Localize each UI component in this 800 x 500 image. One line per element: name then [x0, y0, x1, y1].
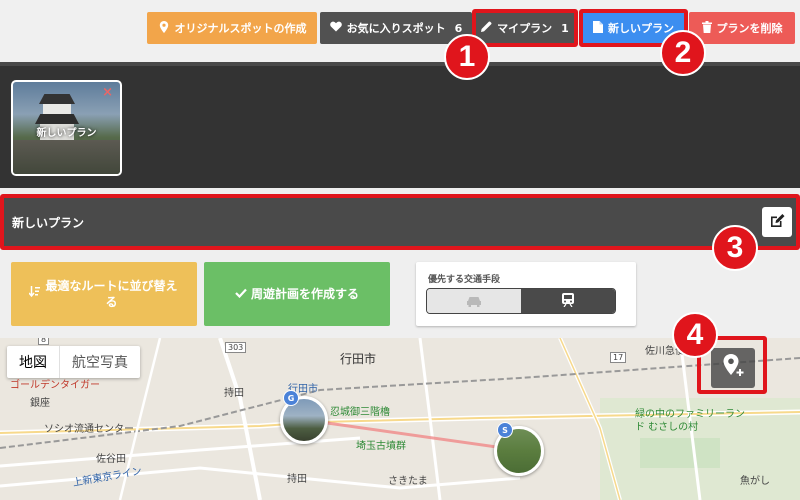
step-marker-1: 1: [444, 34, 490, 80]
my-plan-button[interactable]: マイプラン 1: [475, 12, 575, 44]
map-label-mochida-station: 持田: [287, 474, 307, 485]
map-label-ginza: 銀座: [30, 398, 50, 409]
favorite-spots-label: お気に入りスポット: [346, 22, 446, 35]
map-label-soshio: ソシオ流通センター: [44, 424, 134, 435]
create-original-spot-label: オリジナルスポットの作成: [174, 22, 307, 35]
car-option[interactable]: [427, 289, 521, 313]
map-label-sakitama2: さきたま: [388, 476, 428, 487]
map-pin-icon: [158, 20, 170, 36]
map-label-castle: 忍城御三階櫓: [330, 407, 390, 418]
map-label-uogashi: 魚がし: [740, 476, 770, 487]
plan-thumbnail[interactable]: 新しいプラン ×: [11, 80, 122, 176]
transport-toggle: [426, 288, 616, 314]
map-view[interactable]: 地図 航空写真 行田市 行田市 忍城御三階櫓 埼玉古墳群 さきたま 持田 持田 …: [0, 338, 800, 500]
train-icon: [562, 292, 574, 311]
my-plan-count: 1: [561, 21, 569, 35]
add-location-icon: [722, 354, 744, 382]
train-option[interactable]: [521, 289, 615, 313]
trash-icon: [701, 20, 712, 36]
map-label-mochida: 持田: [224, 388, 244, 399]
my-plan-label: マイプラン: [497, 22, 553, 35]
sort-optimal-route-label: 最適なルートに並び替える: [45, 279, 178, 309]
create-tour-plan-label: 周遊計画を作成する: [250, 287, 359, 301]
map-label-family-land: 緑の中のファミリーランド むさしの村: [635, 409, 745, 433]
map-label-golf: ゴールデンタイガー: [10, 380, 100, 391]
car-icon: [466, 292, 482, 311]
route-sign-8: 8: [38, 338, 50, 345]
new-plan-label: 新しいプラン: [608, 22, 674, 35]
edit-icon: [770, 213, 785, 232]
step-marker-2: 2: [660, 30, 706, 76]
map-type-satellite[interactable]: 航空写真: [59, 346, 140, 378]
step-marker-4: 4: [672, 312, 718, 358]
transport-preference-panel: 優先する交通手段: [416, 262, 636, 326]
sort-icon: [28, 286, 40, 302]
check-icon: [235, 286, 247, 302]
step-marker-3: 3: [712, 225, 758, 271]
pencil-icon: [481, 21, 492, 35]
create-tour-plan-button[interactable]: 周遊計画を作成する: [204, 262, 390, 326]
close-icon[interactable]: ×: [102, 85, 113, 100]
plan-thumbnail-label: 新しいプラン: [36, 128, 97, 139]
spot-marker-g[interactable]: G: [283, 390, 299, 406]
delete-plan-label: プランを削除: [716, 22, 783, 35]
map-label-gyoda-city: 行田市: [340, 352, 377, 366]
document-icon: [593, 20, 603, 36]
map-label-sasai: 佐谷田: [96, 454, 126, 465]
spot-marker-s[interactable]: S: [497, 422, 513, 438]
route-sign-303: 303: [225, 342, 247, 353]
heart-icon: [329, 21, 342, 35]
route-sign-17: 17: [610, 352, 627, 363]
add-spot-map-button[interactable]: [711, 348, 755, 388]
sort-optimal-route-button[interactable]: 最適なルートに並び替える: [11, 262, 197, 326]
plan-thumbnail-strip: 新しいプラン ×: [0, 62, 800, 188]
favorite-spots-button[interactable]: お気に入りスポット 6: [320, 12, 472, 44]
map-label-sakitama: 埼玉古墳群: [356, 441, 406, 452]
favorite-spots-count: 6: [454, 21, 463, 35]
transport-preference-label: 優先する交通手段: [428, 275, 501, 285]
edit-plan-title-button[interactable]: [762, 207, 792, 237]
map-type-map[interactable]: 地図: [7, 346, 59, 378]
map-type-switcher: 地図 航空写真: [7, 346, 140, 378]
plan-title: 新しいプラン: [12, 216, 85, 230]
delete-plan-button[interactable]: プランを削除: [689, 12, 795, 44]
plan-title-bar: 新しいプラン: [2, 196, 798, 248]
create-original-spot-button[interactable]: オリジナルスポットの作成: [147, 12, 317, 44]
